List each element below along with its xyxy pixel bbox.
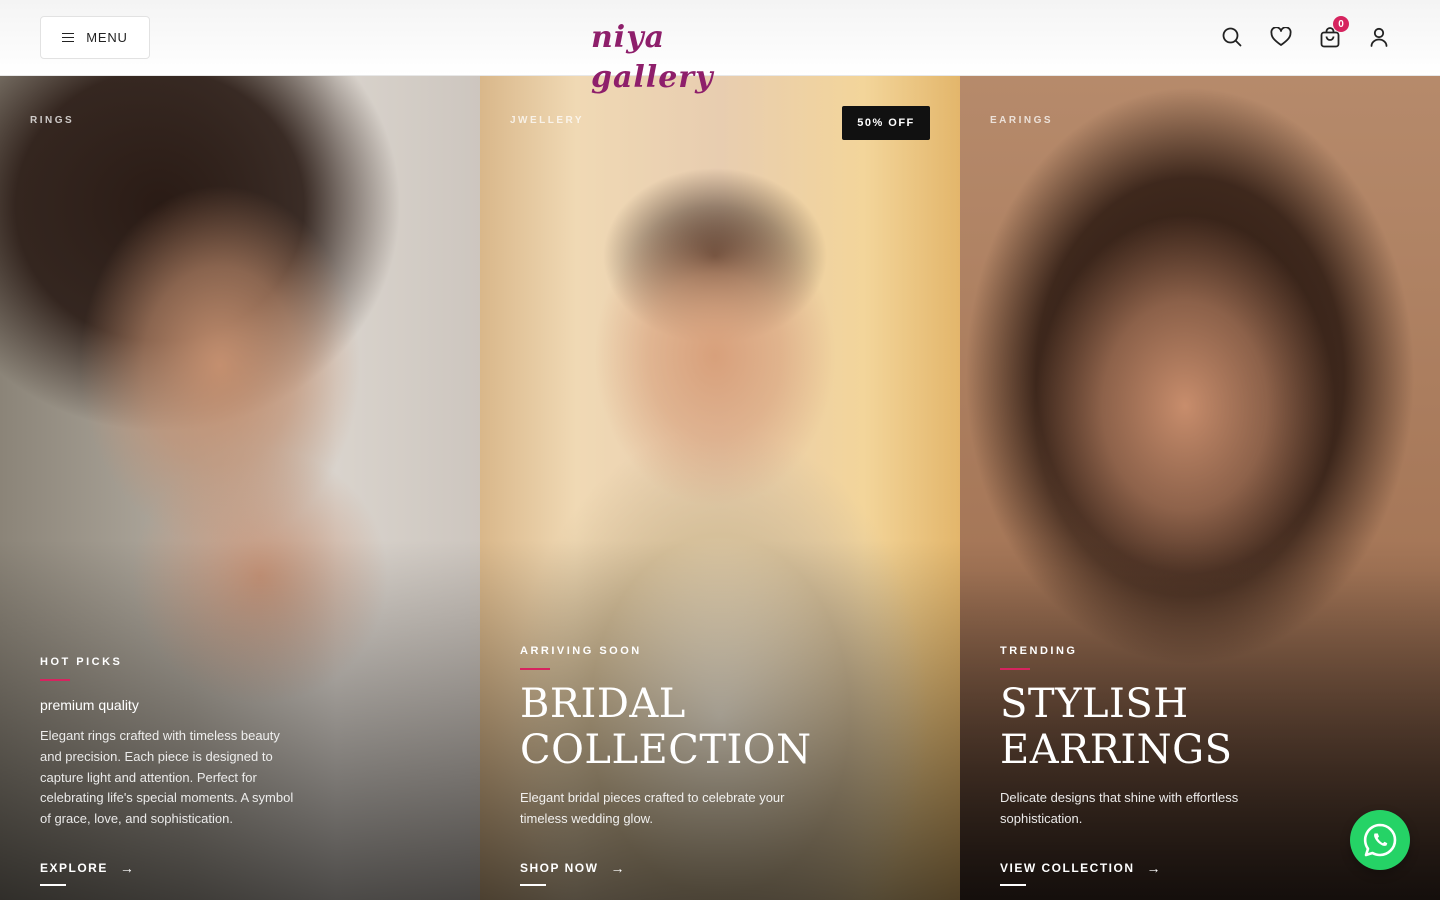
panel-category-tag: EARINGS [990,115,1054,126]
accent-rule [1000,668,1030,670]
cta-label: VIEW COLLECTION [1000,861,1135,875]
panel-rings[interactable]: RINGS HOT PICKS premium quality Elegant … [0,76,480,900]
cta-label: SHOP NOW [520,861,599,875]
discount-badge: 50% OFF [842,106,930,140]
accent-rule [520,668,550,670]
panel-eyebrow: HOT PICKS [40,656,123,668]
panel-description: Elegant rings crafted with timeless beau… [40,728,294,827]
cart-count-badge: 0 [1333,16,1349,32]
account-user-icon[interactable] [1368,24,1390,50]
hero-panels: RINGS HOT PICKS premium quality Elegant … [0,76,1440,900]
panel-title: STYLISH EARRINGS [1000,681,1233,773]
panel-earrings[interactable]: EARINGS TRENDING STYLISH EARRINGS Delica… [960,76,1440,900]
arrow-right-icon: → [119,860,136,876]
cart-bag-icon[interactable]: 0 [1319,16,1349,50]
hamburger-icon [62,32,75,43]
wishlist-heart-icon[interactable] [1270,24,1292,50]
panel-bridal[interactable]: JWELLERY 50% OFF ARRIVING SOON BRIDAL CO… [480,76,960,900]
explore-link[interactable]: EXPLORE → [40,860,136,886]
panel-content: HOT PICKS premium quality Elegant rings … [40,656,440,830]
arrow-right-icon: → [1146,860,1162,876]
whatsapp-icon [1363,823,1397,857]
cta-label: EXPLORE [40,861,108,875]
panel-content: ARRIVING SOON BRIDAL COLLECTION Elegant … [520,645,920,829]
search-icon[interactable] [1221,24,1243,50]
panel-description: Elegant bridal pieces crafted to celebra… [520,790,785,826]
shop-now-link[interactable]: SHOP NOW → [520,860,626,886]
site-header: MENU niya gallery 0 [0,0,1440,95]
panel-eyebrow: ARRIVING SOON [520,645,642,657]
panel-description: Delicate designs that shine with effortl… [1000,790,1239,826]
panel-category-tag: JWELLERY [510,115,585,126]
panel-title: BRIDAL COLLECTION [520,681,812,773]
view-collection-link[interactable]: VIEW COLLECTION → [1000,860,1162,886]
header-actions: 0 [1221,16,1390,50]
accent-rule [40,679,70,681]
menu-label: MENU [86,30,128,45]
panel-subtitle: premium quality [40,697,139,713]
menu-button[interactable]: MENU [40,16,150,59]
panel-content: TRENDING STYLISH EARRINGS Delicate desig… [1000,645,1400,829]
panel-category-tag: RINGS [30,115,75,126]
site-logo[interactable]: niya gallery [591,18,771,95]
whatsapp-chat-button[interactable] [1350,810,1410,870]
panel-eyebrow: TRENDING [1000,645,1078,657]
arrow-right-icon: → [610,860,626,876]
